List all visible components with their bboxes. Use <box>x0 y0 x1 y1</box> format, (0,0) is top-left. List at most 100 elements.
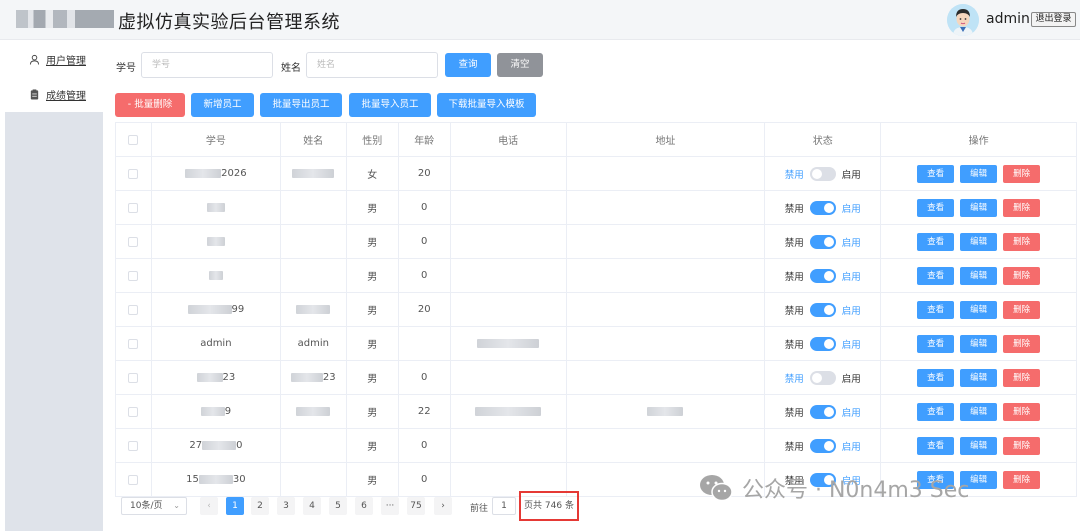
cell-gender: 男 <box>347 191 399 224</box>
row-checkbox[interactable] <box>128 304 139 315</box>
cell-name <box>281 293 347 326</box>
view-button[interactable]: 查看 <box>917 368 955 387</box>
edit-button[interactable]: 编辑 <box>960 368 998 387</box>
cell-gender-text: 男 <box>367 374 378 385</box>
cell-status: 禁用 启用 <box>765 191 882 224</box>
view-button[interactable]: 查看 <box>917 300 955 319</box>
delete-button[interactable]: 删除 <box>1003 334 1041 353</box>
cell-status: 禁用 启用 <box>765 361 882 394</box>
page-button[interactable]: 4 <box>303 497 321 515</box>
cell-actions: 查看 编辑 删除 <box>881 327 1078 360</box>
clear-button[interactable]: 清空 <box>497 53 543 77</box>
status-off-label: 禁用 <box>784 373 804 385</box>
row-checkbox[interactable] <box>128 236 139 247</box>
view-button[interactable]: 查看 <box>917 266 955 285</box>
download-template-button[interactable]: 下载批量导入模板 <box>437 93 536 117</box>
search-button[interactable]: 查询 <box>445 53 491 77</box>
delete-button[interactable]: 删除 <box>1003 232 1041 251</box>
edit-button[interactable]: 编辑 <box>960 198 998 217</box>
row-select-cell <box>116 157 152 190</box>
sidebar-item-user-management[interactable]: 用户管理 <box>29 51 86 67</box>
batch-export-button[interactable]: 批量导出员工 <box>260 93 342 117</box>
page-button[interactable]: 5 <box>329 497 347 515</box>
table-row: 男 0 禁用 启用 查看 编辑 删除 <box>116 259 1078 293</box>
select-all-checkbox[interactable] <box>128 134 139 145</box>
delete-button[interactable]: 删除 <box>1003 368 1041 387</box>
edit-button[interactable]: 编辑 <box>960 402 998 421</box>
redacted-value <box>292 169 335 178</box>
view-button[interactable]: 查看 <box>917 402 955 421</box>
row-checkbox[interactable] <box>128 338 139 349</box>
redacted-value <box>196 373 223 382</box>
cell-name <box>281 225 347 258</box>
cell-id-text: 9 <box>224 406 232 417</box>
redacted-value <box>202 441 237 450</box>
delete-button[interactable]: 删除 <box>1003 266 1041 285</box>
cell-id-text: admin <box>200 338 232 349</box>
status-on-label: 启用 <box>841 203 861 215</box>
edit-button[interactable]: 编辑 <box>960 232 998 251</box>
delete-button[interactable]: 删除 <box>1003 402 1041 421</box>
cell-name <box>281 429 347 462</box>
row-checkbox[interactable] <box>128 270 139 281</box>
cell-age: 22 <box>399 395 451 428</box>
status-toggle[interactable] <box>809 438 836 453</box>
edit-button[interactable]: 编辑 <box>960 300 998 319</box>
batch-import-button[interactable]: 批量导入员工 <box>349 93 431 117</box>
delete-button[interactable]: 删除 <box>1003 300 1041 319</box>
row-checkbox[interactable] <box>128 474 139 485</box>
row-checkbox[interactable] <box>128 372 139 383</box>
page-button[interactable]: 3 <box>277 497 295 515</box>
edit-button[interactable]: 编辑 <box>960 436 998 455</box>
avatar[interactable] <box>947 4 979 36</box>
add-employee-button[interactable]: 新增员工 <box>191 93 254 117</box>
cell-name <box>281 395 347 428</box>
cell-phone <box>451 361 567 394</box>
cell-age-text: 0 <box>421 270 428 281</box>
status-toggle[interactable] <box>809 200 836 215</box>
next-page-button[interactable]: › <box>434 497 452 515</box>
row-checkbox[interactable] <box>128 440 139 451</box>
edit-button[interactable]: 编辑 <box>960 334 998 353</box>
status-toggle[interactable] <box>809 268 836 283</box>
row-checkbox[interactable] <box>128 168 139 179</box>
delete-button[interactable]: 删除 <box>1003 198 1041 217</box>
logout-button[interactable]: 退出登录 <box>1031 12 1076 27</box>
status-on-label: 启用 <box>841 339 861 351</box>
page-button[interactable]: 6 <box>355 497 373 515</box>
sidebar-item-score-management[interactable]: 成绩管理 <box>29 86 86 102</box>
row-checkbox[interactable] <box>128 406 139 417</box>
view-button[interactable]: 查看 <box>917 232 955 251</box>
edit-button[interactable]: 编辑 <box>960 164 998 183</box>
delete-button[interactable]: 删除 <box>1003 470 1041 489</box>
prev-page-button[interactable]: ‹ <box>200 497 218 515</box>
page-size-select[interactable]: 10条/页 ⌄ <box>121 497 187 515</box>
name-input[interactable]: 姓名 <box>306 52 438 78</box>
status-toggle[interactable] <box>809 370 836 385</box>
view-button[interactable]: 查看 <box>917 164 955 183</box>
delete-button[interactable]: 删除 <box>1003 436 1041 455</box>
goto-page-input[interactable]: 1 <box>492 497 516 515</box>
page-button[interactable]: 1 <box>226 497 244 515</box>
status-toggle[interactable] <box>809 302 836 317</box>
edit-button[interactable]: 编辑 <box>960 266 998 285</box>
batch-delete-button[interactable]: - 批量删除 <box>115 93 185 117</box>
page-button[interactable]: 2 <box>251 497 269 515</box>
status-toggle[interactable] <box>809 336 836 351</box>
view-button[interactable]: 查看 <box>917 334 955 353</box>
status-on-label: 启用 <box>841 305 861 317</box>
view-button[interactable]: 查看 <box>917 436 955 455</box>
status-toggle[interactable] <box>809 404 836 419</box>
status-toggle[interactable] <box>809 234 836 249</box>
page-button[interactable]: 75 <box>407 497 425 515</box>
page-ellipsis[interactable]: ··· <box>381 497 399 515</box>
row-select-cell <box>116 293 152 326</box>
watermark: 公众号 · N0n4m3 Sec <box>698 472 969 504</box>
student-id-input[interactable]: 学号 <box>141 52 273 78</box>
view-button[interactable]: 查看 <box>917 198 955 217</box>
row-checkbox[interactable] <box>128 202 139 213</box>
cell-address <box>567 259 766 292</box>
user-icon <box>29 54 40 65</box>
status-toggle[interactable] <box>809 166 836 181</box>
delete-button[interactable]: 删除 <box>1003 164 1041 183</box>
